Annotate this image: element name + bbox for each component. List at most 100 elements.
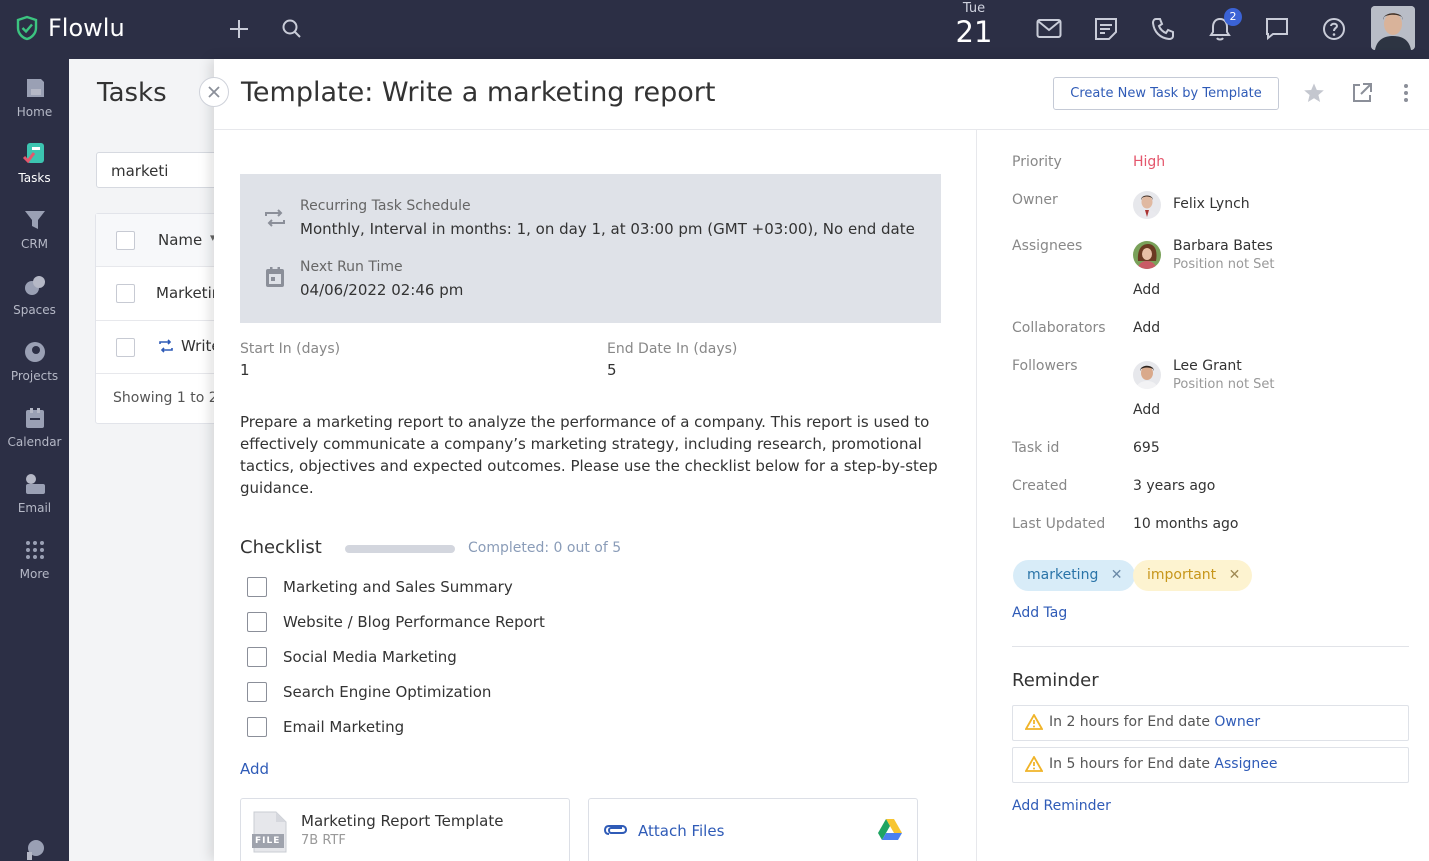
select-all-checkbox[interactable] — [116, 231, 135, 250]
search-icon[interactable] — [279, 16, 305, 42]
nav-tasks[interactable]: Tasks — [0, 141, 69, 185]
open-external-icon[interactable] — [1350, 81, 1374, 105]
checklist-checkbox[interactable] — [247, 647, 267, 667]
user-avatar[interactable] — [1371, 6, 1415, 50]
owner-avatar[interactable] — [1133, 191, 1161, 219]
column-name[interactable]: Name — [158, 231, 202, 249]
checklist-item[interactable]: Search Engine Optimization — [247, 682, 491, 702]
nav-calendar[interactable]: Calendar — [0, 405, 69, 449]
last-updated-label: Last Updated — [1012, 516, 1106, 532]
nav-spaces[interactable]: Spaces — [0, 273, 69, 317]
start-in-value[interactable]: 1 — [240, 361, 250, 379]
remove-tag-icon[interactable]: ✕ — [1111, 567, 1123, 583]
checklist-checkbox[interactable] — [247, 682, 267, 702]
nav-projects[interactable]: Projects — [0, 339, 69, 383]
file-card[interactable]: FILE Marketing Report Template 7B RTF — [240, 798, 570, 861]
owner-name[interactable]: Felix Lynch — [1173, 196, 1250, 212]
reminder-target[interactable]: Owner — [1214, 714, 1260, 730]
date-widget[interactable]: Tue 21 — [952, 2, 996, 49]
notes-icon[interactable] — [1093, 16, 1119, 42]
close-panel-button[interactable] — [199, 77, 229, 107]
row-name[interactable]: Marketir — [156, 284, 218, 302]
phone-icon[interactable] — [1150, 16, 1176, 42]
checklist-item-label[interactable]: Marketing and Sales Summary — [283, 578, 513, 596]
search-input[interactable]: marketi — [96, 152, 226, 188]
checklist-item[interactable]: Marketing and Sales Summary — [247, 577, 513, 597]
attach-files-label[interactable]: Attach Files — [638, 822, 724, 840]
checklist-checkbox[interactable] — [247, 612, 267, 632]
add-follower-button[interactable]: Add — [1133, 402, 1160, 418]
warning-icon — [1025, 756, 1043, 772]
checklist-checkbox[interactable] — [247, 577, 267, 597]
reminder-item[interactable]: In 5 hours for End date Assignee — [1012, 747, 1409, 783]
nav-label: Home — [16, 105, 53, 119]
checklist-checkbox[interactable] — [247, 717, 267, 737]
mail-icon[interactable] — [1036, 16, 1062, 42]
nav-email[interactable]: Email — [0, 471, 69, 515]
add-tag-button[interactable]: Add Tag — [1012, 605, 1067, 621]
star-icon[interactable] — [1302, 81, 1326, 105]
nav-crm[interactable]: CRM — [0, 207, 69, 251]
add-reminder-button[interactable]: Add Reminder — [1012, 798, 1111, 814]
checklist-item[interactable]: Website / Blog Performance Report — [247, 612, 545, 632]
file-type-label: FILE — [255, 836, 281, 846]
header-divider — [214, 129, 1429, 130]
date-number: 21 — [955, 15, 993, 49]
chat-icon[interactable] — [1264, 16, 1290, 42]
checklist-item[interactable]: Social Media Marketing — [247, 647, 457, 667]
checklist-item-label[interactable]: Search Engine Optimization — [283, 683, 491, 701]
start-in-label: Start In (days) — [240, 341, 341, 357]
nav-home[interactable]: Home — [0, 75, 69, 119]
flowlu-logo[interactable]: Flowlu — [14, 14, 125, 42]
priority-value[interactable]: High — [1133, 154, 1165, 170]
add-assignee-button[interactable]: Add — [1133, 282, 1160, 298]
tag-important[interactable]: important ✕ — [1133, 560, 1253, 591]
create-task-by-template-button[interactable]: Create New Task by Template — [1053, 77, 1279, 110]
more-icon — [22, 537, 48, 563]
row-checkbox[interactable] — [116, 338, 135, 357]
schedule-box: Recurring Task Schedule Monthly, Interva… — [240, 174, 941, 323]
reminder-target[interactable]: Assignee — [1214, 756, 1277, 772]
warning-icon — [1025, 714, 1043, 730]
notification-badge: 2 — [1224, 8, 1242, 26]
assignee-position: Position not Set — [1173, 257, 1275, 272]
checklist-item-label[interactable]: Website / Blog Performance Report — [283, 613, 545, 631]
more-options-icon[interactable] — [1394, 81, 1418, 105]
reminder-text: In 2 hours for End date — [1049, 714, 1210, 730]
assignee-name[interactable]: Barbara Bates — [1173, 238, 1273, 254]
add-collaborator-button[interactable]: Add — [1133, 320, 1160, 336]
attach-files-card[interactable]: Attach Files — [588, 798, 918, 861]
nav-more[interactable]: More — [0, 537, 69, 581]
file-name[interactable]: Marketing Report Template — [301, 812, 503, 830]
nav-support[interactable] — [0, 837, 69, 861]
projects-icon — [22, 339, 48, 365]
checklist-item-label[interactable]: Email Marketing — [283, 718, 404, 736]
follower-avatar[interactable] — [1133, 361, 1161, 389]
row-checkbox[interactable] — [116, 284, 135, 303]
table-footer: Showing 1 to 2 — [113, 390, 218, 406]
follower-name[interactable]: Lee Grant — [1173, 358, 1242, 374]
checklist-item-label[interactable]: Social Media Marketing — [283, 648, 457, 666]
app-name: Flowlu — [48, 14, 125, 42]
checklist-item[interactable]: Email Marketing — [247, 717, 404, 737]
add-checklist-item-button[interactable]: Add — [240, 760, 269, 778]
tag-label: important — [1147, 567, 1217, 583]
add-icon[interactable] — [226, 16, 252, 42]
end-date-label: End Date In (days) — [607, 341, 738, 357]
nav-label: Email — [17, 501, 52, 515]
remove-tag-icon[interactable]: ✕ — [1229, 567, 1241, 583]
calendar-icon — [266, 267, 284, 287]
paperclip-icon — [604, 825, 628, 835]
page-title: Tasks — [97, 78, 167, 108]
end-date-value[interactable]: 5 — [607, 361, 617, 379]
assignee-avatar[interactable] — [1133, 241, 1161, 269]
reminder-item[interactable]: In 2 hours for End date Owner — [1012, 705, 1409, 741]
tag-marketing[interactable]: marketing ✕ — [1013, 560, 1135, 591]
google-drive-icon[interactable] — [877, 818, 903, 842]
left-nav: Home Tasks CRM Spaces Projects Calendar … — [0, 59, 69, 861]
created-value: 3 years ago — [1133, 478, 1216, 494]
task-description[interactable]: Prepare a marketing report to analyze th… — [240, 411, 940, 499]
recurring-icon — [265, 209, 285, 227]
help-icon[interactable] — [1321, 16, 1347, 42]
nav-label: Spaces — [13, 303, 56, 317]
